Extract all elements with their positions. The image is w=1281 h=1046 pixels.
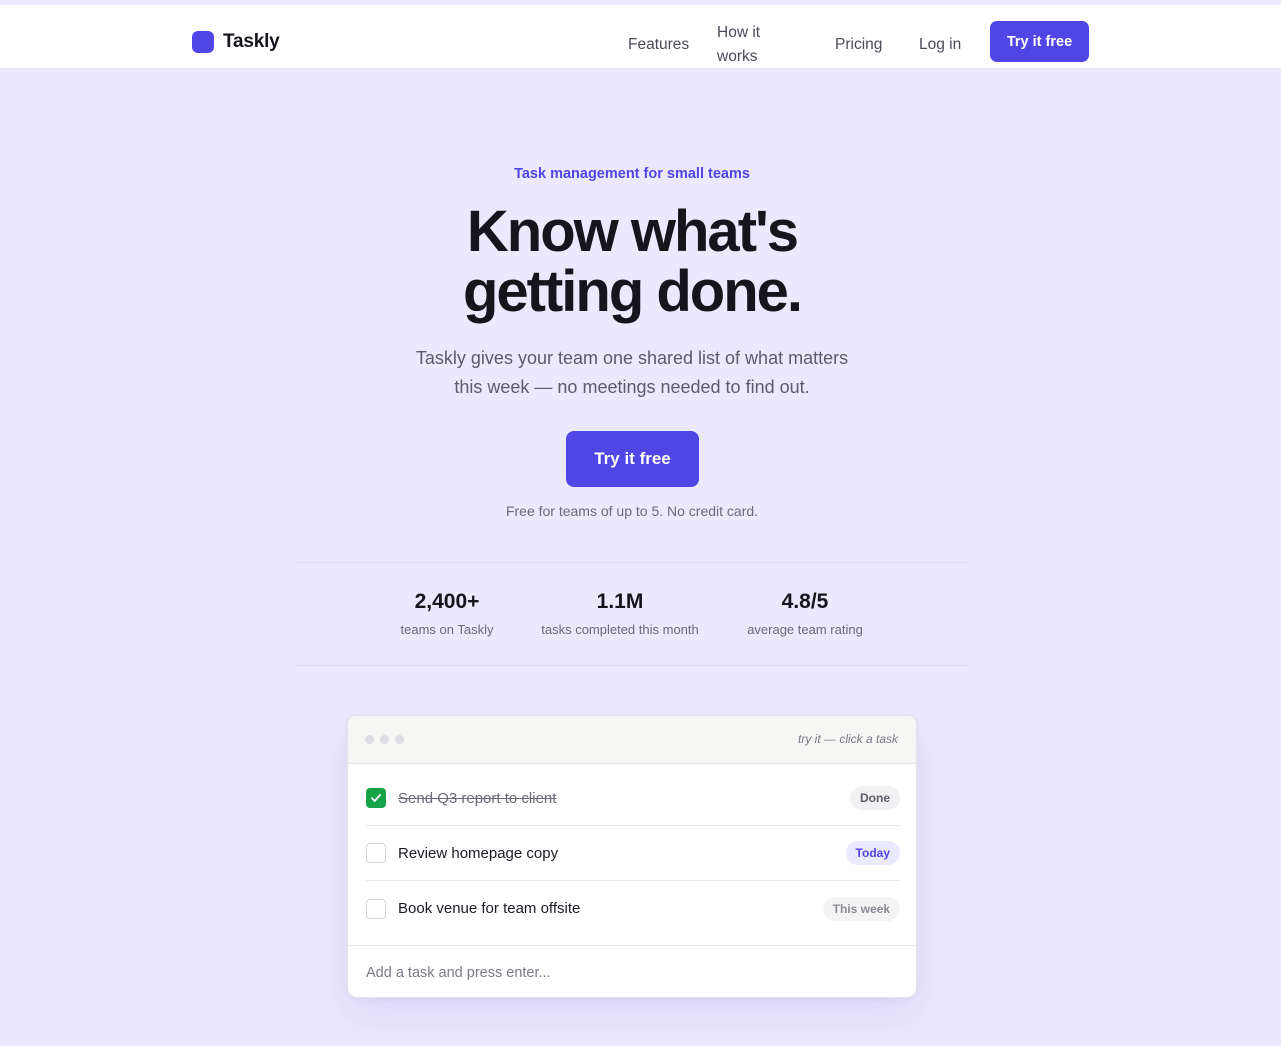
checkmark-icon [371,794,381,802]
nav-link-login[interactable]: Log in [919,33,961,57]
window-dot-icon [395,735,404,744]
hero-title-line: getting done. [462,259,803,324]
task-checkbox[interactable] [366,788,386,808]
logo-mark-icon [192,31,214,53]
task-row[interactable]: Review homepage copy Today [366,826,900,881]
nav-link-features[interactable]: Features [628,33,689,57]
stat-label: teams on Taskly [400,622,494,637]
stat-label: tasks completed this month [541,622,699,637]
task-row[interactable]: Send Q3 report to client Done [366,771,900,826]
stat-tasks: 1.1M tasks completed this month [520,590,720,637]
task-status-badge: Today [845,841,900,865]
demo-card-header: try it — click a task [348,716,916,764]
hero-subtitle: Taskly gives your team one shared list o… [0,344,1264,402]
brand-name: Taskly [223,31,280,52]
top-navbar: Taskly Features How it works Pricing Log… [0,5,1281,69]
hero-title-line: Know what's [466,199,799,264]
stat-value: 4.8/5 [781,590,829,613]
stat-label: average team rating [747,622,863,637]
stats-divider-bottom [296,665,968,666]
stat-rating: 4.8/5 average team rating [705,590,905,637]
hero-subtitle-line: this week — no meetings needed to find o… [454,377,810,397]
hero-subtitle-line: Taskly gives your team one shared list o… [415,348,849,368]
window-dot-icon [365,735,374,744]
brand-logo[interactable]: Taskly [192,31,280,53]
task-checkbox[interactable] [366,898,386,919]
demo-hint: try it — click a task [797,732,898,746]
nav-link-pricing[interactable]: Pricing [835,33,882,57]
task-text: Review homepage copy [398,844,559,862]
task-text: Book venue for team offsite [398,900,581,917]
task-row[interactable]: Book venue for team offsite This week [366,881,900,936]
nav-try-free-button[interactable]: Try it free [990,21,1089,62]
stat-teams: 2,400+ teams on Taskly [347,590,547,637]
stat-value: 1.1M [596,590,644,613]
stat-value: 2,400+ [414,590,480,613]
nav-link-how-it-works[interactable]: How it works [717,21,787,69]
hero-title: Know what's getting done. [0,202,1264,322]
hero-note: Free for teams of up to 5. No credit car… [505,503,759,519]
task-checkbox[interactable] [366,843,386,863]
hero-try-free-button[interactable]: Try it free [566,431,699,487]
task-text: Send Q3 report to client [398,789,557,807]
window-dot-icon [380,735,389,744]
add-task-input[interactable] [366,964,886,981]
task-status-badge: This week [822,896,900,921]
hero-eyebrow: Task management for small teams [514,166,750,182]
task-status-badge: Done [850,786,900,810]
stats-divider-top [296,562,968,563]
add-task-row [348,945,916,997]
demo-task-card: try it — click a task Send Q3 report to … [347,715,917,998]
